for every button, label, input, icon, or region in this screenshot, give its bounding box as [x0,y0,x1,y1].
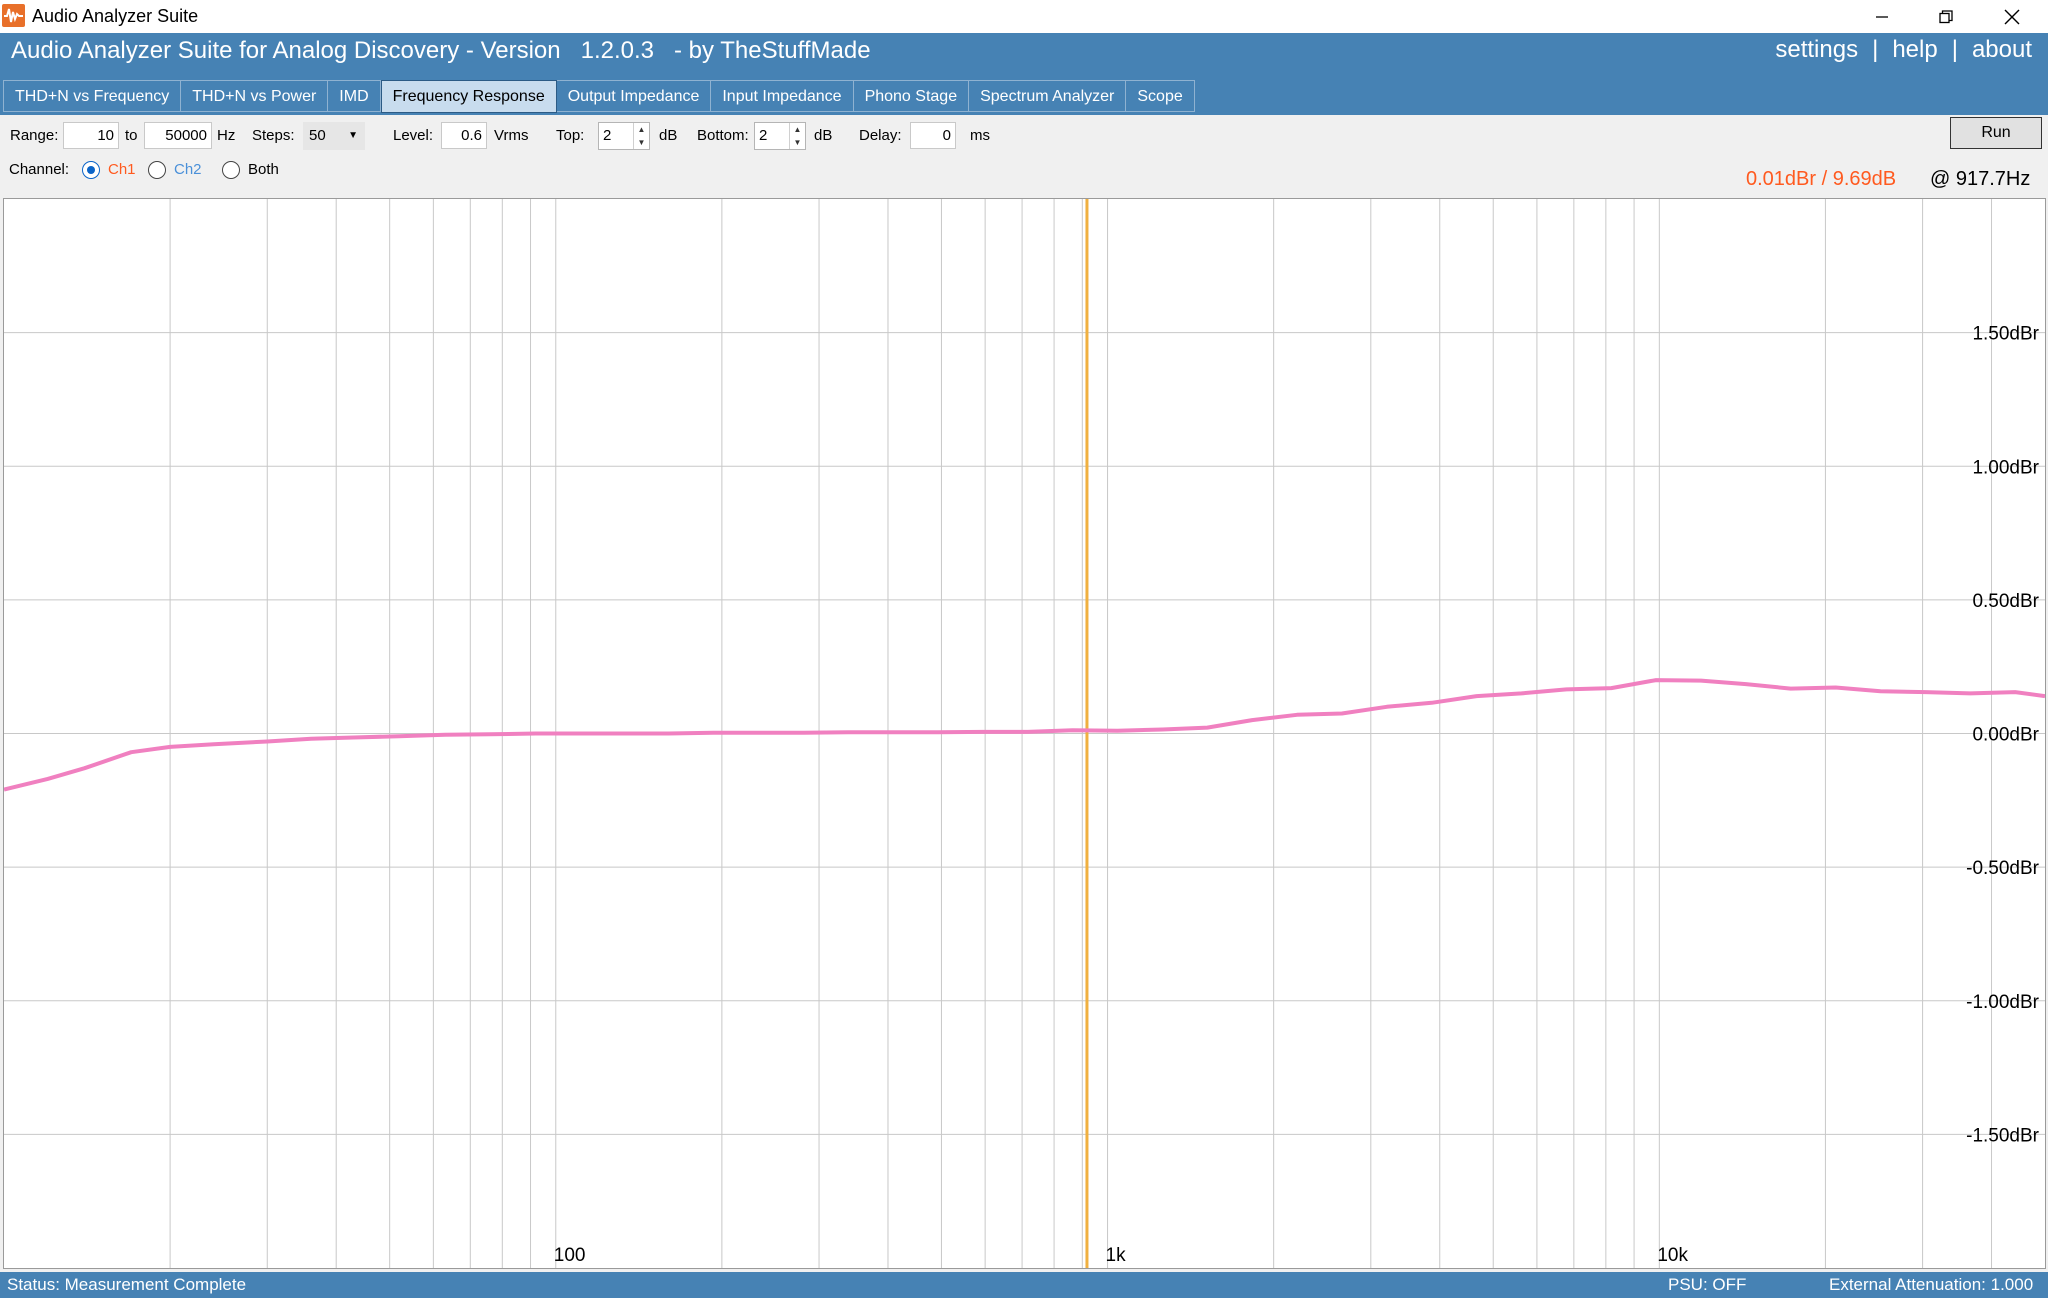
stepper-arrows[interactable]: ▲ ▼ [789,123,805,149]
top-label: Top: [556,127,585,144]
y-tick-label: 1.00dBr [1972,457,2039,478]
x-tick-label: 10k [1657,1245,1688,1266]
settings-link[interactable]: settings [1775,36,1858,64]
chart-svg[interactable]: 1.50dBr 1.00dBr 0.50dBr 0.00dBr -0.50dBr -1.0… [4,199,2045,1268]
window-title: Audio Analyzer Suite [32,6,199,26]
restore-button[interactable] [1914,0,1978,33]
both-radio-label[interactable]: Both [248,161,279,178]
ch1-radio-label[interactable]: Ch1 [108,161,136,178]
x-tick-label: 1k [1106,1245,1127,1266]
bottom-value: 2 [759,127,768,144]
y-tick-label: 0.00dBr [1972,725,2039,746]
ch2-radio[interactable] [148,161,166,179]
bottom-unit-label: dB [814,127,833,144]
level-unit-label: Vrms [494,127,529,144]
window-titlebar[interactable]: Audio Analyzer Suite [0,0,2048,33]
y-tick-label: 1.50dBr [1972,324,2039,345]
app-header: Audio Analyzer Suite for Analog Discover… [0,33,2048,115]
delay-input[interactable]: 0 [910,122,956,149]
range-to-input[interactable]: 50000 [144,122,212,149]
tab-bar: THD+N vs Frequency THD+N vs Power IMD Fr… [3,80,1195,113]
arrow-down-icon[interactable]: ▼ [790,136,805,149]
range-label: Range: [10,127,59,144]
minimize-button[interactable] [1850,0,1914,33]
run-button[interactable]: Run [1950,117,2042,149]
y-tick-label: 0.50dBr [1972,591,2039,612]
bottom-stepper[interactable]: 2 ▲ ▼ [754,122,806,150]
level-label: Level: [393,127,434,144]
range-from-input[interactable]: 10 [63,122,119,149]
cursor-frequency-readout: @ 917.7Hz [1930,168,2031,190]
tab-spectrum-analyzer[interactable]: Spectrum Analyzer [969,80,1127,112]
steps-label: Steps: [252,127,295,144]
top-value: 2 [603,127,612,144]
ch2-radio-label[interactable]: Ch2 [174,161,202,178]
close-button[interactable] [1980,0,2044,33]
steps-select[interactable]: 50 ▼ [303,122,365,150]
help-link[interactable]: help [1892,36,1937,64]
both-radio[interactable] [222,161,240,179]
tab-imd[interactable]: IMD [328,80,381,112]
delay-label: Delay: [859,127,902,144]
psu-status: PSU: OFF [1668,1275,1747,1294]
about-link[interactable]: about [1972,36,2032,64]
channel-label: Channel: [9,161,70,178]
delay-unit-label: ms [970,127,990,144]
cursor-value-readout: 0.01dBr / 9.69dB [1746,168,1897,190]
range-unit-label: Hz [217,127,236,144]
top-links: settings | help | about [1775,36,2032,64]
tab-thdn-power[interactable]: THD+N vs Power [181,80,329,112]
link-separator: | [1872,36,1879,63]
tab-output-impedance[interactable]: Output Impedance [556,80,712,112]
y-tick-label: -1.50dBr [1966,1125,2040,1146]
close-icon [2004,9,2020,24]
top-stepper[interactable]: 2 ▲ ▼ [598,122,650,150]
y-tick-label: -0.50dBr [1966,858,2040,879]
arrow-down-icon[interactable]: ▼ [634,136,649,149]
level-input[interactable]: 0.6 [441,122,487,149]
y-tick-label: -1.00dBr [1966,992,2040,1013]
attenuation-status: External Attenuation: 1.000 [1829,1275,2034,1294]
frequency-response-plot[interactable]: 1.50dBr 1.00dBr 0.50dBr 0.00dBr -0.50dBr -1.0… [3,198,2046,1269]
tab-thdn-frequency[interactable]: THD+N vs Frequency [3,80,182,112]
x-tick-label: 100 [554,1245,586,1266]
frequency-response-series [4,678,2045,792]
steps-value: 50 [309,127,326,144]
app-heading: Audio Analyzer Suite for Analog Discover… [11,37,871,64]
tab-frequency-response[interactable]: Frequency Response [380,80,557,113]
status-bar: Status: Measurement Complete PSU: OFF Ex… [0,1272,2048,1298]
range-to-label: to [125,127,138,144]
stepper-arrows[interactable]: ▲ ▼ [633,123,649,149]
ch1-radio[interactable] [82,161,100,179]
bottom-label: Bottom: [697,127,749,144]
minimize-icon [1876,15,1888,18]
waveform-icon [2,4,25,27]
app-window: Audio Analyzer Suite Audio Analyzer Suit… [0,0,2048,1298]
tab-scope[interactable]: Scope [1126,80,1195,112]
link-separator: | [1951,36,1958,63]
chevron-down-icon: ▼ [348,130,358,141]
status-text: Status: Measurement Complete [7,1275,247,1294]
tab-phono-stage[interactable]: Phono Stage [853,80,970,112]
restore-icon [1939,9,1953,23]
tab-input-impedance[interactable]: Input Impedance [711,80,854,112]
top-unit-label: dB [659,127,678,144]
